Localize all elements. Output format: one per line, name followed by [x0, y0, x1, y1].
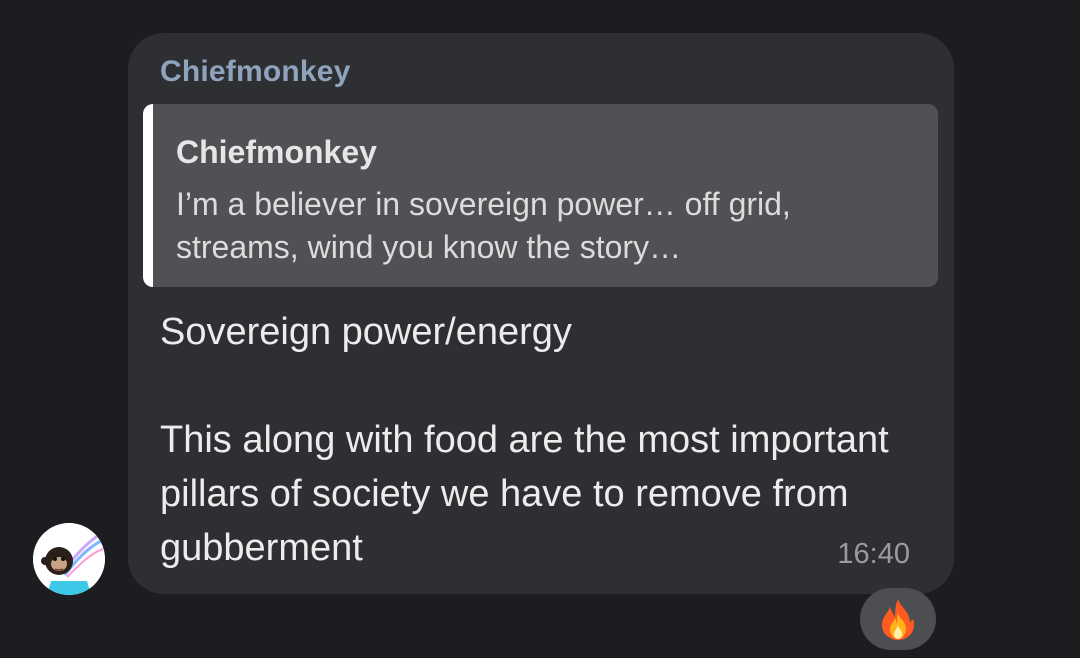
monkey-avatar-icon[interactable]: [33, 523, 105, 595]
fire-reaction[interactable]: [860, 588, 936, 650]
reply-author: Chiefmonkey: [176, 134, 377, 170]
message-text: Sovereign power/energy This along with f…: [160, 305, 910, 575]
sender-name[interactable]: Chiefmonkey: [160, 55, 351, 89]
message-timestamp: 16:40: [837, 538, 910, 570]
message-line-1: Sovereign power/energy: [160, 311, 572, 353]
reply-text: I’m a believer in sovereign power… off g…: [176, 186, 791, 265]
reply-quote[interactable]: Chiefmonkey I’m a believer in sovereign …: [143, 104, 938, 287]
fire-icon: [882, 599, 914, 640]
reply-accent-bar: [143, 104, 153, 287]
message-line-2: This along with food are the most import…: [160, 419, 889, 569]
avatar-image: [33, 523, 105, 595]
message-bubble[interactable]: Chiefmonkey Chiefmonkey I’m a believer i…: [128, 33, 954, 594]
